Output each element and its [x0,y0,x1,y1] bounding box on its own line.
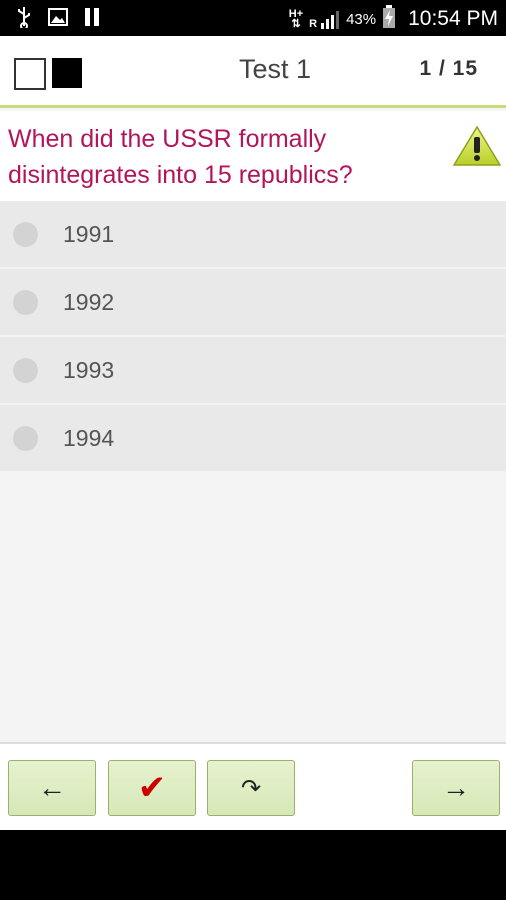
answer-option[interactable]: 1992 [0,269,506,337]
answer-label: 1994 [63,425,115,451]
answer-list: 1991 1992 1993 1994 [0,201,506,473]
battery-percent: 43% [346,10,377,28]
redo-button[interactable]: ↷ [207,760,295,816]
question-text: When did the USSR formally disintegrates… [8,125,353,189]
answer-option[interactable]: 1993 [0,337,506,405]
warning-icon[interactable] [452,125,502,167]
next-button[interactable]: → [412,760,500,816]
previous-button[interactable]: ← [8,760,96,816]
quiz-screen: Test 1 1 / 15 When did the USSR formally… [0,36,506,830]
usb-icon [14,6,34,28]
arrow-left-icon: ← [38,772,66,803]
answer-option[interactable]: 1991 [0,201,506,269]
signal-icon: R [309,9,340,30]
pause-icon [82,6,102,28]
radio-button[interactable] [13,358,38,383]
answer-label: 1992 [63,289,115,315]
radio-button[interactable] [13,290,38,315]
status-bar: H+ ⇅ R 43% 10:54 PM [0,0,506,36]
radio-button[interactable] [13,426,38,451]
redo-icon: ↷ [240,774,262,802]
answer-label: 1991 [63,221,115,247]
answer-option[interactable]: 1994 [0,405,506,473]
image-icon [48,6,68,28]
answer-label: 1993 [63,357,115,383]
check-answer-button[interactable]: ✔ [108,760,196,816]
arrow-right-icon: → [442,772,470,803]
bottom-toolbar: ← ✔ ↷ → [0,742,506,830]
radio-button[interactable] [13,222,38,247]
question-counter: 1 / 15 [419,57,478,80]
app-header: Test 1 1 / 15 [0,36,506,108]
clock: 10:54 PM [408,7,498,30]
network-type-icon: H+ ⇅ [288,8,304,30]
battery-charging-icon [382,5,396,33]
question-area: When did the USSR formally disintegrates… [0,111,506,201]
checkmark-icon: ✔ [137,769,167,807]
